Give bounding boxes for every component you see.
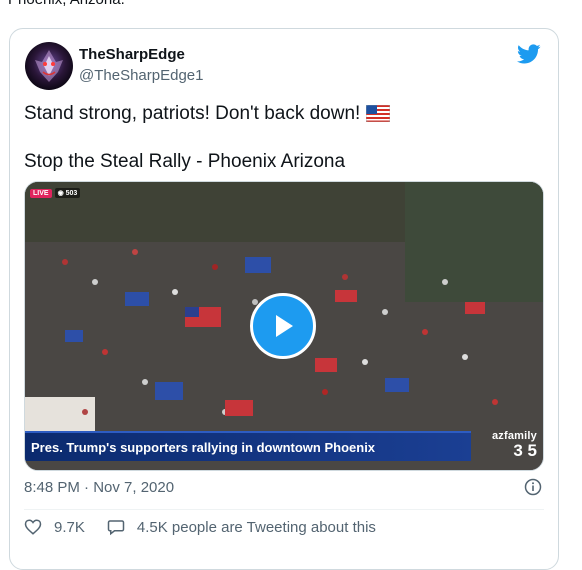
avatar[interactable] [25,42,73,90]
station-channels: 3 5 [513,441,537,460]
tweet-text: Stand strong, patriots! Don't back down!… [24,102,544,174]
like-count: 9.7K [54,518,85,536]
live-badge: LIVE ◉ 503 [30,187,81,199]
video-player[interactable]: LIVE ◉ 503 Pres. Trump's supporters rall… [24,181,544,471]
play-icon [276,315,293,337]
avatar-icon [35,50,63,82]
twitter-bird-icon[interactable] [517,42,541,66]
tweet-line-2: Stop the Steal Rally - Phoenix Arizona [24,151,346,172]
embedded-tweet-card[interactable]: TheSharpEdge @TheSharpEdge1 Stand strong… [9,28,559,570]
news-caption-banner: Pres. Trump's supporters rallying in dow… [25,431,471,461]
tweet-timestamp[interactable]: 8:48 PM · Nov 7, 2020 [24,479,174,496]
like-button[interactable]: 9.7K [24,518,85,536]
divider [24,509,544,510]
tweet-line-1: Stand strong, patriots! Don't back down! [24,102,544,126]
conversation-link[interactable]: 4.5K people are Tweeting about this [107,518,376,536]
tweet-actions: 9.7K 4.5K people are Tweeting about this [24,518,376,536]
conversation-text: 4.5K people are Tweeting about this [136,518,376,536]
station-logo: azfamily 3 5 [475,430,537,464]
tweet-line-1-text: Stand strong, patriots! Don't back down! [24,103,361,124]
author-display-name[interactable]: TheSharpEdge [79,46,185,63]
viewer-count: ◉ 503 [54,188,81,198]
eye-icon: ◉ [57,190,64,197]
heart-icon [24,519,42,535]
play-button[interactable] [250,293,316,359]
info-icon[interactable] [524,478,542,496]
us-flag-emoji [366,105,391,122]
live-label: LIVE [30,188,52,198]
speech-bubble-icon [107,520,125,536]
author-handle[interactable]: @TheSharpEdge1 [79,67,203,84]
viewer-count-value: 503 [65,190,78,197]
previous-text-snippet: Phoenix, Arizona. [8,0,125,8]
